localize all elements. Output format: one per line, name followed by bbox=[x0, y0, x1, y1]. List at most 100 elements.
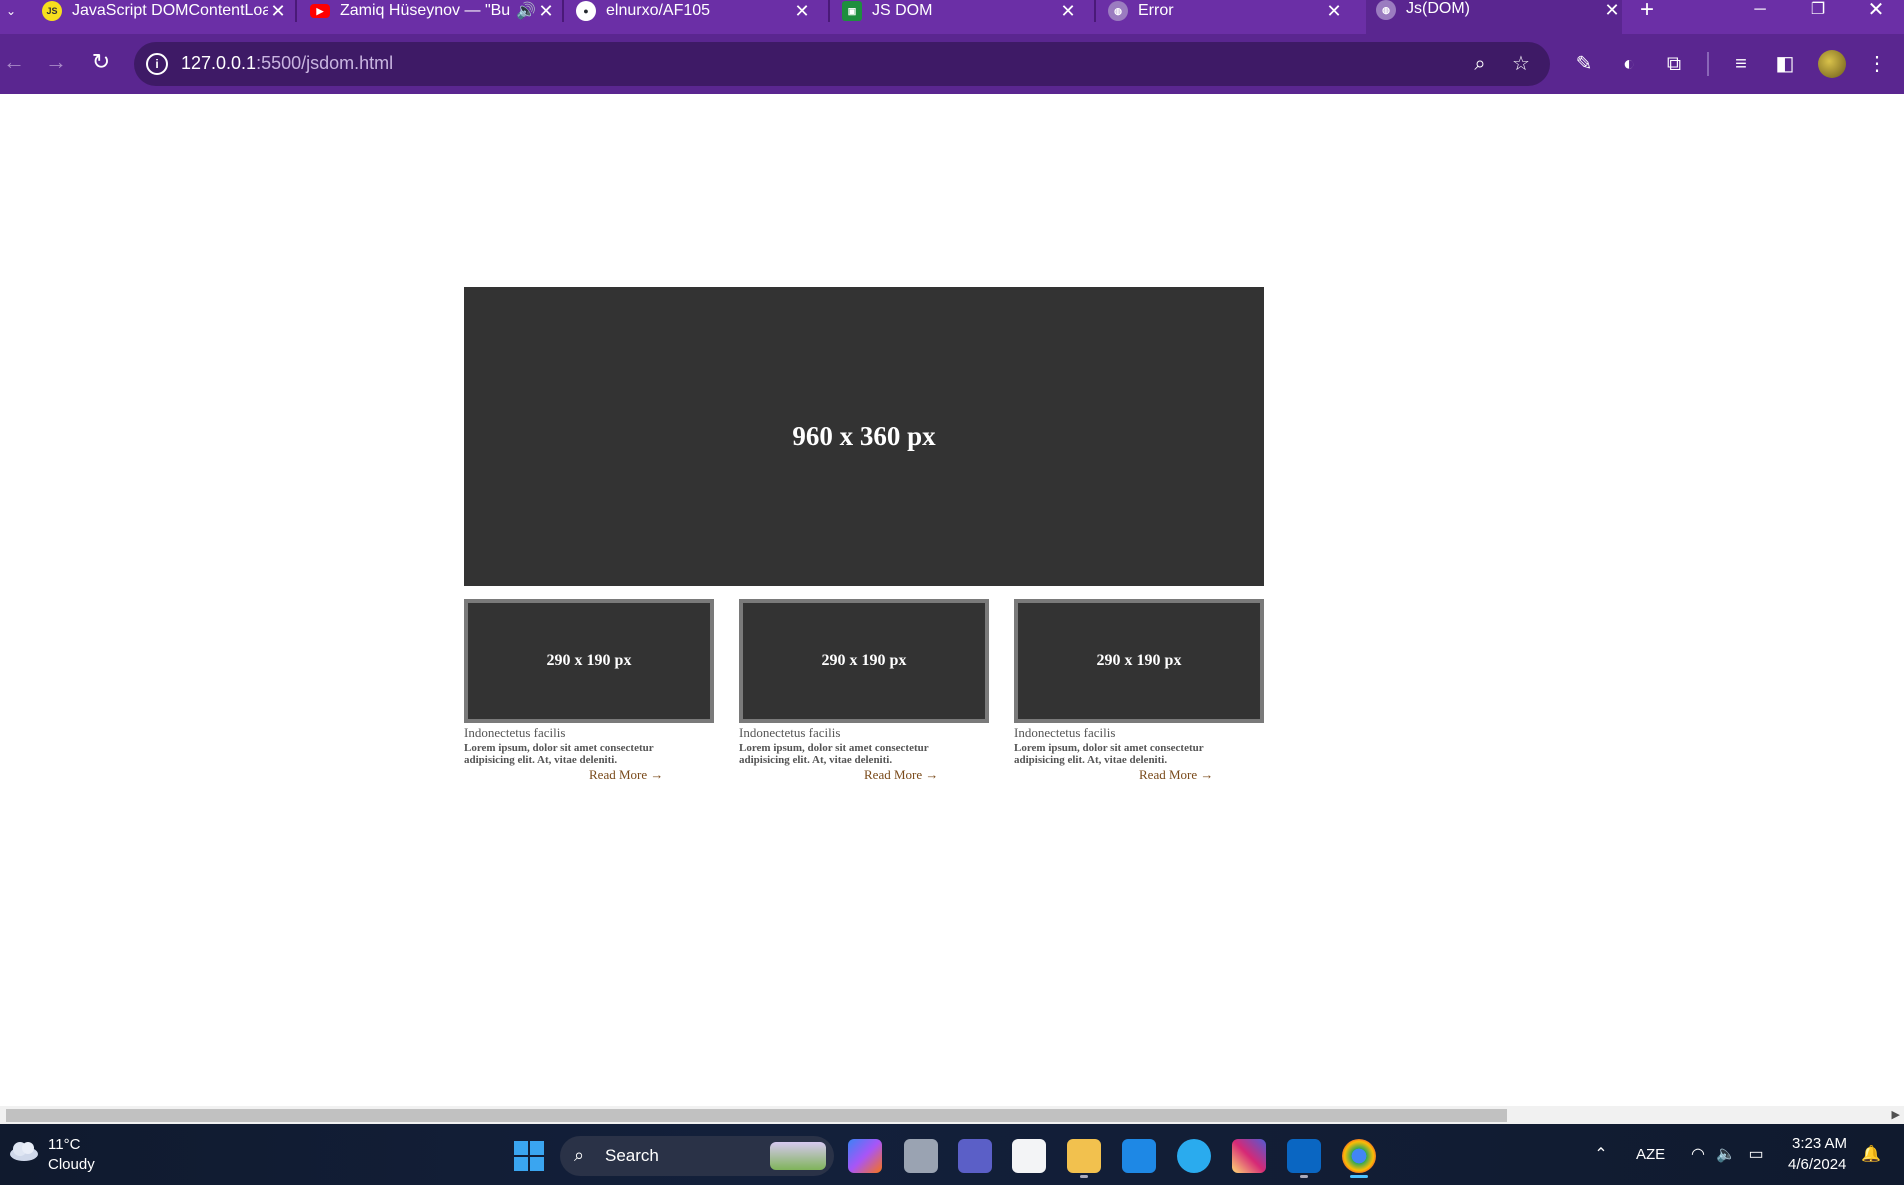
card-title: Indonectetus facilis bbox=[464, 725, 566, 740]
card-title: Indonectetus facilis bbox=[1014, 725, 1116, 740]
taskbar bbox=[0, 1124, 1904, 1185]
tab-javascript-domcontentloaded[interactable]: JS JavaScript DOMContentLoaded ✕ bbox=[42, 0, 288, 22]
media-controls-icon[interactable]: ≡ bbox=[1726, 50, 1756, 78]
close-tab-icon[interactable]: ✕ bbox=[1324, 1, 1344, 22]
minimize-icon[interactable]: ─ bbox=[1740, 0, 1780, 22]
weather-condition[interactable]: Cloudy bbox=[48, 1156, 95, 1173]
js-icon: JS bbox=[42, 1, 62, 21]
close-window-icon[interactable]: ✕ bbox=[1856, 0, 1896, 22]
tab-title: Js(DOM) bbox=[1406, 0, 1470, 17]
tab-js-dom[interactable]: ▣ JS DOM ✕ bbox=[842, 0, 1078, 22]
card: 290 x 190 px Indonectetus facilis Lorem … bbox=[464, 599, 714, 784]
close-tab-icon[interactable]: ✕ bbox=[792, 1, 812, 22]
extension-circle-icon[interactable]: ◐ bbox=[1614, 50, 1644, 78]
instagram-icon[interactable] bbox=[1232, 1139, 1266, 1173]
scroll-right-arrow-icon[interactable]: ▶ bbox=[1892, 1108, 1900, 1121]
input-language[interactable]: AZE bbox=[1636, 1146, 1665, 1163]
horizontal-scrollbar[interactable]: ▶ bbox=[0, 1106, 1904, 1124]
chrome-icon[interactable] bbox=[1342, 1139, 1376, 1173]
card-title: Indonectetus facilis bbox=[739, 725, 841, 740]
site-info-icon[interactable]: i bbox=[146, 53, 168, 75]
bookmark-star-icon[interactable]: ☆ bbox=[1507, 50, 1535, 78]
card-image-label: 290 x 190 px bbox=[821, 652, 907, 669]
tab-separator bbox=[295, 0, 297, 22]
side-panel-icon[interactable]: ◧ bbox=[1770, 50, 1800, 78]
new-tab-plus-icon[interactable]: + bbox=[1636, 0, 1658, 22]
cloud-icon[interactable] bbox=[8, 1138, 40, 1162]
card-placeholder-image: 290 x 190 px bbox=[739, 599, 989, 723]
forward-arrow-icon[interactable]: → bbox=[42, 48, 70, 76]
zoom-icon[interactable]: ⌕ bbox=[1466, 50, 1494, 78]
telegram-icon[interactable] bbox=[1177, 1139, 1211, 1173]
search-icon: ⌕ bbox=[574, 1145, 585, 1165]
card-description: Lorem ipsum, dolor sit amet consectetur … bbox=[739, 742, 929, 766]
card-description: Lorem ipsum, dolor sit amet consectetur … bbox=[464, 742, 654, 766]
globe-icon: ◍ bbox=[1376, 0, 1396, 20]
hero-placeholder-image: 960 x 360 px bbox=[464, 287, 1264, 586]
url-path: :5500/jsdom.html bbox=[256, 53, 394, 73]
profile-avatar[interactable] bbox=[1818, 50, 1846, 78]
restore-icon[interactable]: ❐ bbox=[1798, 0, 1838, 22]
back-arrow-icon[interactable]: ← bbox=[0, 48, 28, 76]
search-label: Search bbox=[605, 1146, 659, 1165]
clock-date[interactable]: 4/6/2024 bbox=[1788, 1156, 1846, 1173]
file-explorer-icon[interactable] bbox=[1067, 1139, 1101, 1173]
task-view-icon[interactable] bbox=[904, 1139, 938, 1173]
hero-image-label: 960 x 360 px bbox=[792, 421, 936, 451]
globe-icon: ◍ bbox=[1108, 1, 1128, 21]
card-placeholder-image: 290 x 190 px bbox=[464, 599, 714, 723]
github-icon: ● bbox=[576, 1, 596, 21]
running-indicator bbox=[1080, 1175, 1088, 1178]
speaker-icon[interactable]: 🔊 bbox=[516, 1, 536, 21]
windows-start-icon[interactable] bbox=[514, 1141, 544, 1171]
teams-icon[interactable] bbox=[958, 1139, 992, 1173]
chevron-up-icon[interactable]: ⌃ bbox=[1590, 1144, 1612, 1166]
copilot-icon[interactable] bbox=[848, 1139, 882, 1173]
tab-js-dom-active[interactable]: ◍ Js(DOM) ✕ bbox=[1366, 0, 1622, 34]
tab-title: JS DOM bbox=[872, 2, 933, 19]
search-highlight-image bbox=[770, 1142, 826, 1170]
card-placeholder-image: 290 x 190 px bbox=[1014, 599, 1264, 723]
toolbar-divider bbox=[1707, 52, 1709, 76]
card-description: Lorem ipsum, dolor sit amet consectetur … bbox=[1014, 742, 1204, 766]
tab-title: Zamiq Hüseynov — "Bu bbox=[340, 2, 511, 19]
vscode-icon[interactable] bbox=[1287, 1139, 1321, 1173]
notification-bell-icon[interactable]: 🔔 bbox=[1860, 1144, 1882, 1166]
youtube-icon: ▶ bbox=[310, 4, 330, 18]
volume-icon[interactable]: 🔈 bbox=[1715, 1144, 1737, 1166]
microsoft-store-icon[interactable] bbox=[1012, 1139, 1046, 1173]
read-more-link[interactable]: Read More → bbox=[589, 768, 663, 782]
weather-temperature[interactable]: 11°C bbox=[48, 1136, 80, 1153]
wifi-icon[interactable]: ◠ bbox=[1687, 1144, 1709, 1166]
address-url[interactable]: 127.0.0.1:5500/jsdom.html bbox=[181, 53, 393, 74]
extensions-puzzle-icon[interactable]: ⧉ bbox=[1659, 50, 1689, 78]
card: 290 x 190 px Indonectetus facilis Lorem … bbox=[739, 599, 989, 784]
running-indicator bbox=[1300, 1175, 1308, 1178]
card: 290 x 190 px Indonectetus facilis Lorem … bbox=[1014, 599, 1264, 784]
tab-error[interactable]: ◍ Error ✕ bbox=[1108, 0, 1344, 22]
eyedropper-icon[interactable]: ✎ bbox=[1569, 50, 1599, 78]
read-more-link[interactable]: Read More → bbox=[864, 768, 938, 782]
classroom-icon: ▣ bbox=[842, 1, 862, 21]
reload-icon[interactable]: ↻ bbox=[87, 48, 115, 76]
tab-separator bbox=[562, 0, 564, 22]
scrollbar-thumb[interactable] bbox=[6, 1109, 1507, 1122]
tab-separator bbox=[828, 0, 830, 22]
tab-title: elnurxo/AF105 bbox=[606, 2, 711, 19]
read-more-link[interactable]: Read More → bbox=[1139, 768, 1213, 782]
close-tab-icon[interactable]: ✕ bbox=[536, 1, 556, 22]
close-tab-icon[interactable]: ✕ bbox=[1058, 1, 1078, 22]
tab-search-chevron-icon[interactable]: ⌄ bbox=[0, 0, 22, 22]
notes-app-icon[interactable] bbox=[1122, 1139, 1156, 1173]
card-image-label: 290 x 190 px bbox=[1096, 652, 1182, 669]
tab-youtube[interactable]: ▶ Zamiq Hüseynov — "Bu 🔊 ✕ bbox=[310, 0, 556, 22]
close-tab-icon[interactable]: ✕ bbox=[1602, 0, 1622, 21]
clock-time[interactable]: 3:23 AM bbox=[1792, 1135, 1847, 1152]
close-tab-icon[interactable]: ✕ bbox=[268, 1, 288, 22]
active-app-indicator bbox=[1350, 1175, 1368, 1178]
battery-icon[interactable]: ▭ bbox=[1745, 1144, 1767, 1166]
tab-title: Error bbox=[1138, 2, 1174, 19]
tab-github[interactable]: ● elnurxo/AF105 ✕ bbox=[576, 0, 812, 22]
tab-separator bbox=[1094, 0, 1096, 22]
more-menu-icon[interactable]: ⋮ bbox=[1862, 50, 1892, 78]
